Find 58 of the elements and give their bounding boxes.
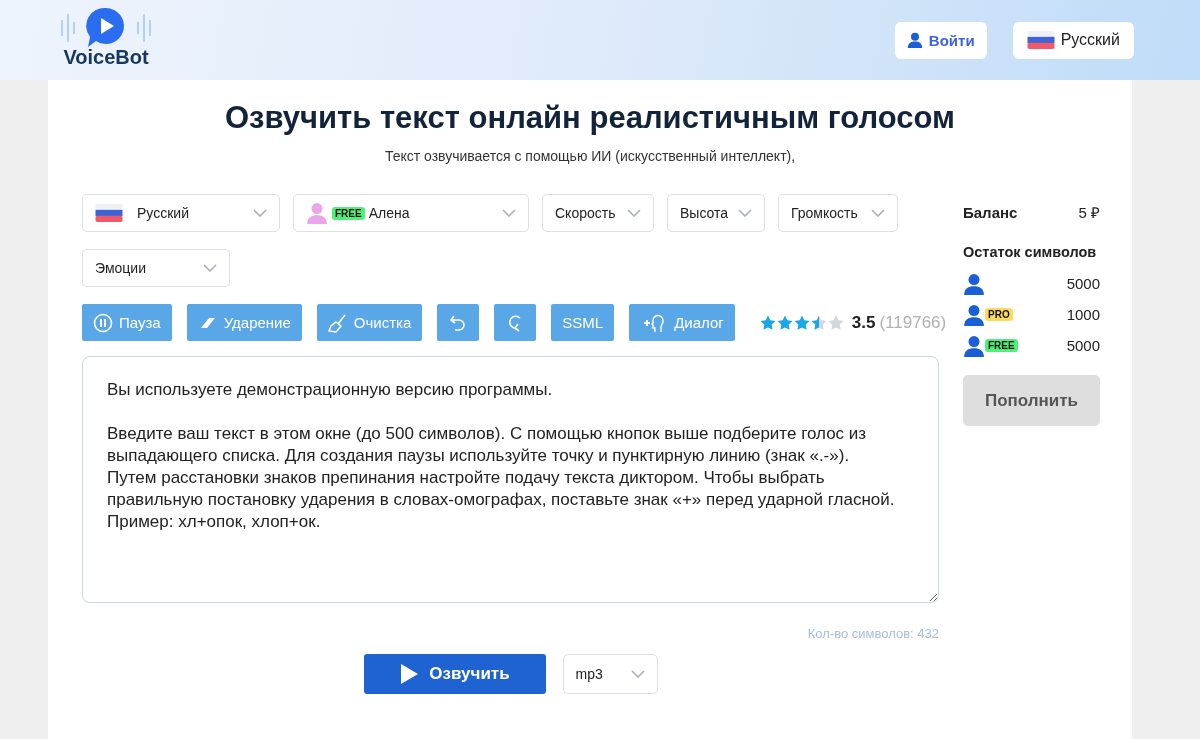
dropdown[interactable]: Русский <box>82 194 280 232</box>
broom-icon <box>327 312 348 333</box>
dropdown-label: Русский <box>137 205 189 221</box>
remaining-label: Остаток символов <box>963 244 1098 260</box>
login-button[interactable]: Войти <box>894 21 987 59</box>
dropdown[interactable]: Скорость <box>542 194 654 232</box>
user-icon <box>963 334 985 357</box>
caret-icon <box>630 670 645 678</box>
dropdown-label: Громкость <box>791 205 858 221</box>
page-subtitle: Текст озвучивается с помощью ИИ (искусственный интеллект), <box>383 148 797 164</box>
star-icon <box>793 315 810 330</box>
undo-button[interactable] <box>437 304 480 341</box>
star-icon <box>827 315 844 330</box>
dropdown[interactable]: Эмоции <box>82 249 230 287</box>
logo-text: VoiceBot <box>63 45 149 69</box>
text-input-area[interactable]: Вы используете демонстрационную версию программы. Введите ваш текст в этом окне (до 500 символов). С помощью кнопок выше подберите голос из выпадающего списка. Для создания паузы используйте точку и пунктирную линию (знак «.-»). Путем расстановки знаков препинания настройте подачу текста диктором. Чтобы выбрать правильную постановку ударения в словах-омографах, поставьте знак «+» перед ударной гласной. Пример: хл+опок, хлоп+ок. <box>82 356 939 603</box>
dropdown-label: Алена <box>368 205 410 221</box>
balance-label: Баланс <box>963 203 1018 221</box>
character-counter: Кол-во символов: 432 <box>806 626 939 641</box>
voice-button[interactable]: Озвучить <box>363 654 546 694</box>
dropdown[interactable]: Громкость <box>778 194 898 232</box>
balance-value: 5 ₽ <box>1078 203 1100 222</box>
star-icon <box>759 315 776 330</box>
star-icon <box>776 315 793 330</box>
dropdown[interactable]: Высота <box>667 194 765 232</box>
user-icon <box>906 32 923 48</box>
character-count: 1000 <box>1066 306 1100 323</box>
tier-badge: PRO <box>985 308 1013 321</box>
character-count: 5000 <box>1066 337 1100 354</box>
tier-badge: FREE <box>985 339 1018 352</box>
top-up-button[interactable]: Пополнить <box>963 375 1100 426</box>
star-icon <box>810 315 827 330</box>
tier-badge: FREE <box>332 206 365 220</box>
caret-icon <box>203 264 217 272</box>
caret-icon <box>738 209 752 217</box>
format-dropdown[interactable]: mp3 <box>562 654 658 694</box>
dropdown-label: Высота <box>680 205 729 221</box>
user-icon <box>963 303 985 326</box>
user-icon <box>963 272 985 295</box>
character-count: 5000 <box>1066 275 1100 292</box>
avatar-icon <box>306 202 328 224</box>
flag-icon <box>95 204 123 222</box>
dropdown-label: mp3 <box>575 666 603 682</box>
caret-icon <box>627 209 641 217</box>
dropdown[interactable]: FREE Алена <box>293 194 529 232</box>
page-title: Озвучить текст онлайн реалистичным голосом <box>223 99 957 136</box>
rating-score: 3.5 <box>851 312 876 333</box>
language-button[interactable]: Русский <box>1012 21 1134 59</box>
rating-count: (119766) <box>879 312 947 333</box>
pause-icon <box>93 312 113 333</box>
flag-icon <box>1026 31 1055 49</box>
redo-button[interactable] <box>494 304 537 341</box>
dropdown-label: Скорость <box>555 205 616 221</box>
dropdown-label: Эмоции <box>95 260 146 276</box>
caret-icon <box>253 209 267 217</box>
caret-icon <box>871 209 885 217</box>
caret-icon <box>502 209 516 217</box>
play-icon <box>399 663 420 685</box>
